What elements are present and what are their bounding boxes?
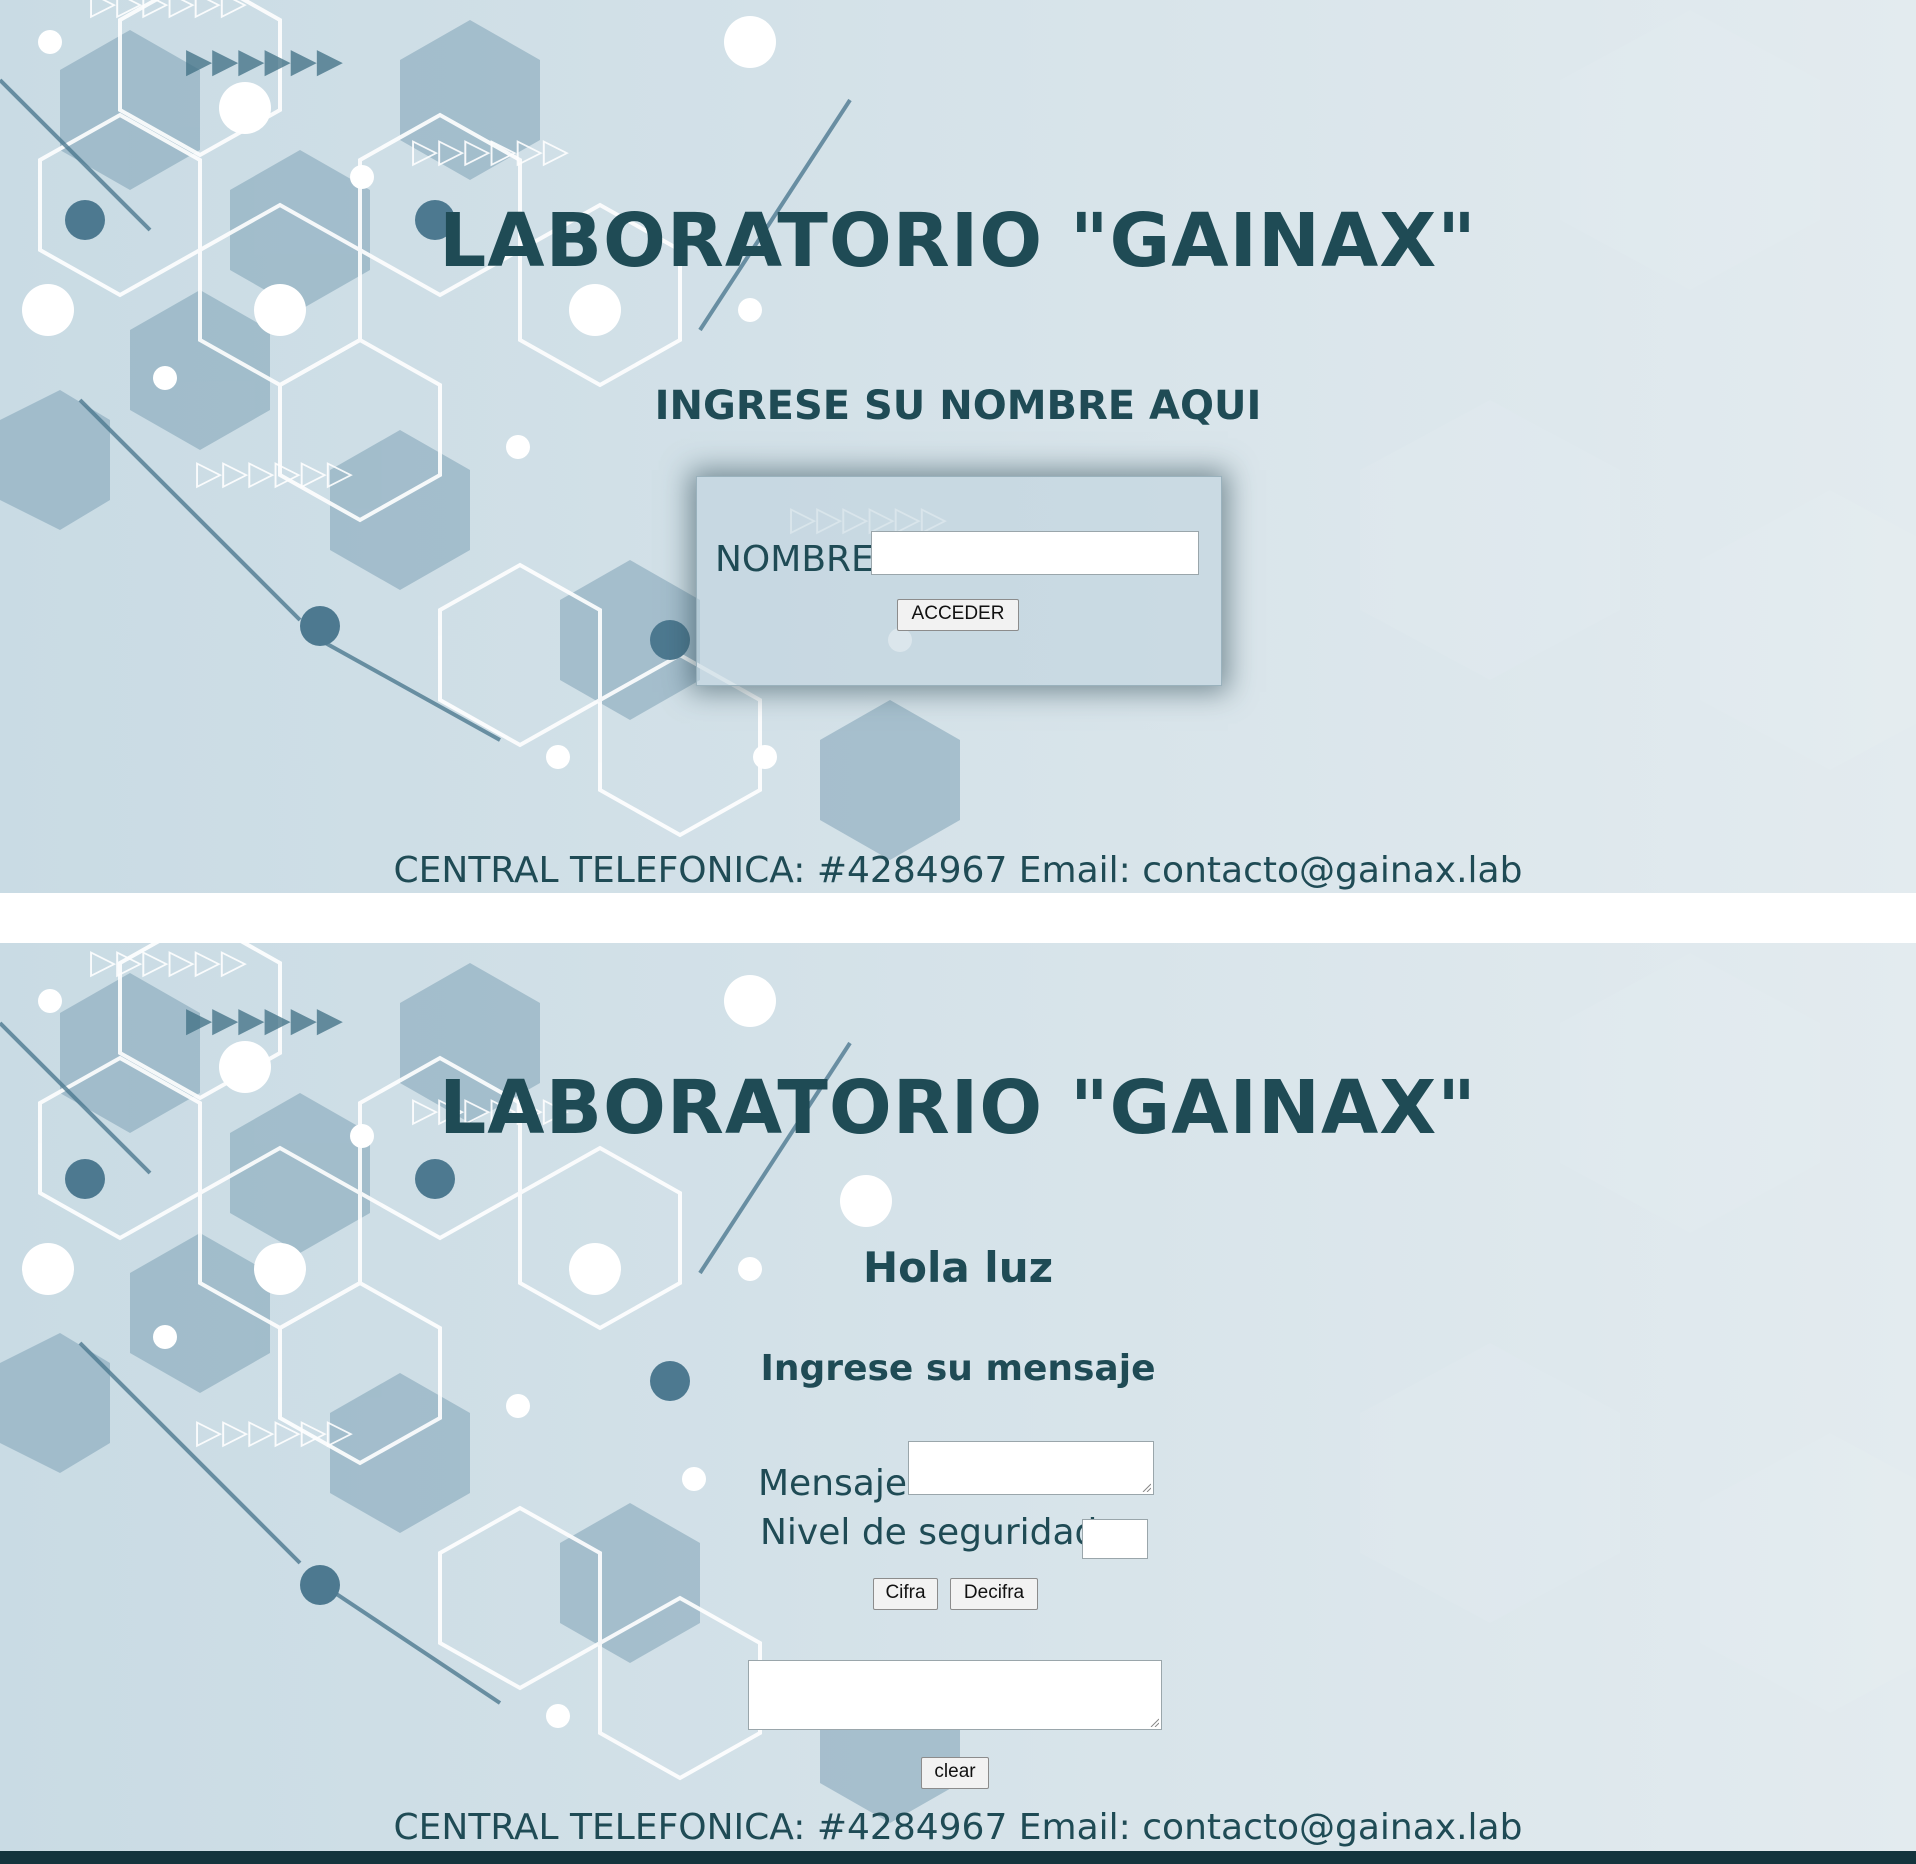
greeting-heading: Hola luz [862, 1243, 1054, 1292]
login-screen: ▷▷▷▷▷▷ ▷▷▷▷▷▷ ▷▷▷▷▷▷ ▷▷▷▷▷▷ ▶▶▶▶▶▶ LABOR… [0, 0, 1916, 893]
security-level-input[interactable] [1082, 1519, 1148, 1559]
name-input[interactable] [871, 531, 1199, 575]
decifra-button[interactable]: Decifra [950, 1578, 1038, 1610]
footer-contact: CENTRAL TELEFONICA: #4284967 Email: cont… [393, 850, 1523, 891]
cifra-button[interactable]: Cifra [873, 1578, 938, 1610]
svg-text:▶▶▶▶▶▶: ▶▶▶▶▶▶ [186, 41, 344, 81]
hexagon-background-art: ▷▷▷▷▷▷ ▷▷▷▷▷▷ ▷▷▷▷▷▷ ▷▷▷▷▷▷ ▶▶▶▶▶▶ [0, 0, 1916, 860]
cipher-screen: ▷▷▷▷▷▷ ▷▷▷▷▷▷ ▷▷▷▷▷▷ ▶▶▶▶▶▶ LABORATORIO … [0, 943, 1916, 1864]
acceder-button[interactable]: ACCEDER [897, 599, 1019, 631]
svg-text:▷▷▷▷▷▷: ▷▷▷▷▷▷ [90, 943, 248, 982]
svg-text:▷▷▷▷▷▷: ▷▷▷▷▷▷ [412, 131, 570, 171]
svg-text:▷▷▷▷▷▷: ▷▷▷▷▷▷ [90, 0, 248, 23]
footer-contact: CENTRAL TELEFONICA: #4284967 Email: cont… [393, 1807, 1523, 1848]
message-label: Mensaje [758, 1463, 907, 1504]
resize-grip-icon[interactable] [1141, 1482, 1151, 1492]
message-textarea[interactable] [908, 1441, 1154, 1495]
svg-text:▷▷▷▷▷▷: ▷▷▷▷▷▷ [196, 1412, 354, 1452]
output-textarea[interactable] [748, 1660, 1162, 1730]
resize-grip-icon[interactable] [1149, 1717, 1159, 1727]
clear-button[interactable]: clear [921, 1757, 989, 1789]
bottom-edge-bar [0, 1851, 1916, 1864]
page-title: LABORATORIO "GAINAX" [439, 1065, 1477, 1151]
svg-text:▷▷▷▷▷▷: ▷▷▷▷▷▷ [196, 453, 354, 493]
message-prompt-heading: Ingrese su mensaje [760, 1348, 1156, 1389]
security-level-label: Nivel de seguridad [760, 1512, 1098, 1553]
name-label: NOMBRE [715, 539, 874, 580]
svg-text:▶▶▶▶▶▶: ▶▶▶▶▶▶ [186, 1000, 344, 1040]
login-form: NOMBRE ACCEDER [696, 476, 1222, 686]
page-title: LABORATORIO "GAINAX" [439, 198, 1477, 284]
login-subtitle: INGRESE SU NOMBRE AQUI [654, 383, 1262, 429]
